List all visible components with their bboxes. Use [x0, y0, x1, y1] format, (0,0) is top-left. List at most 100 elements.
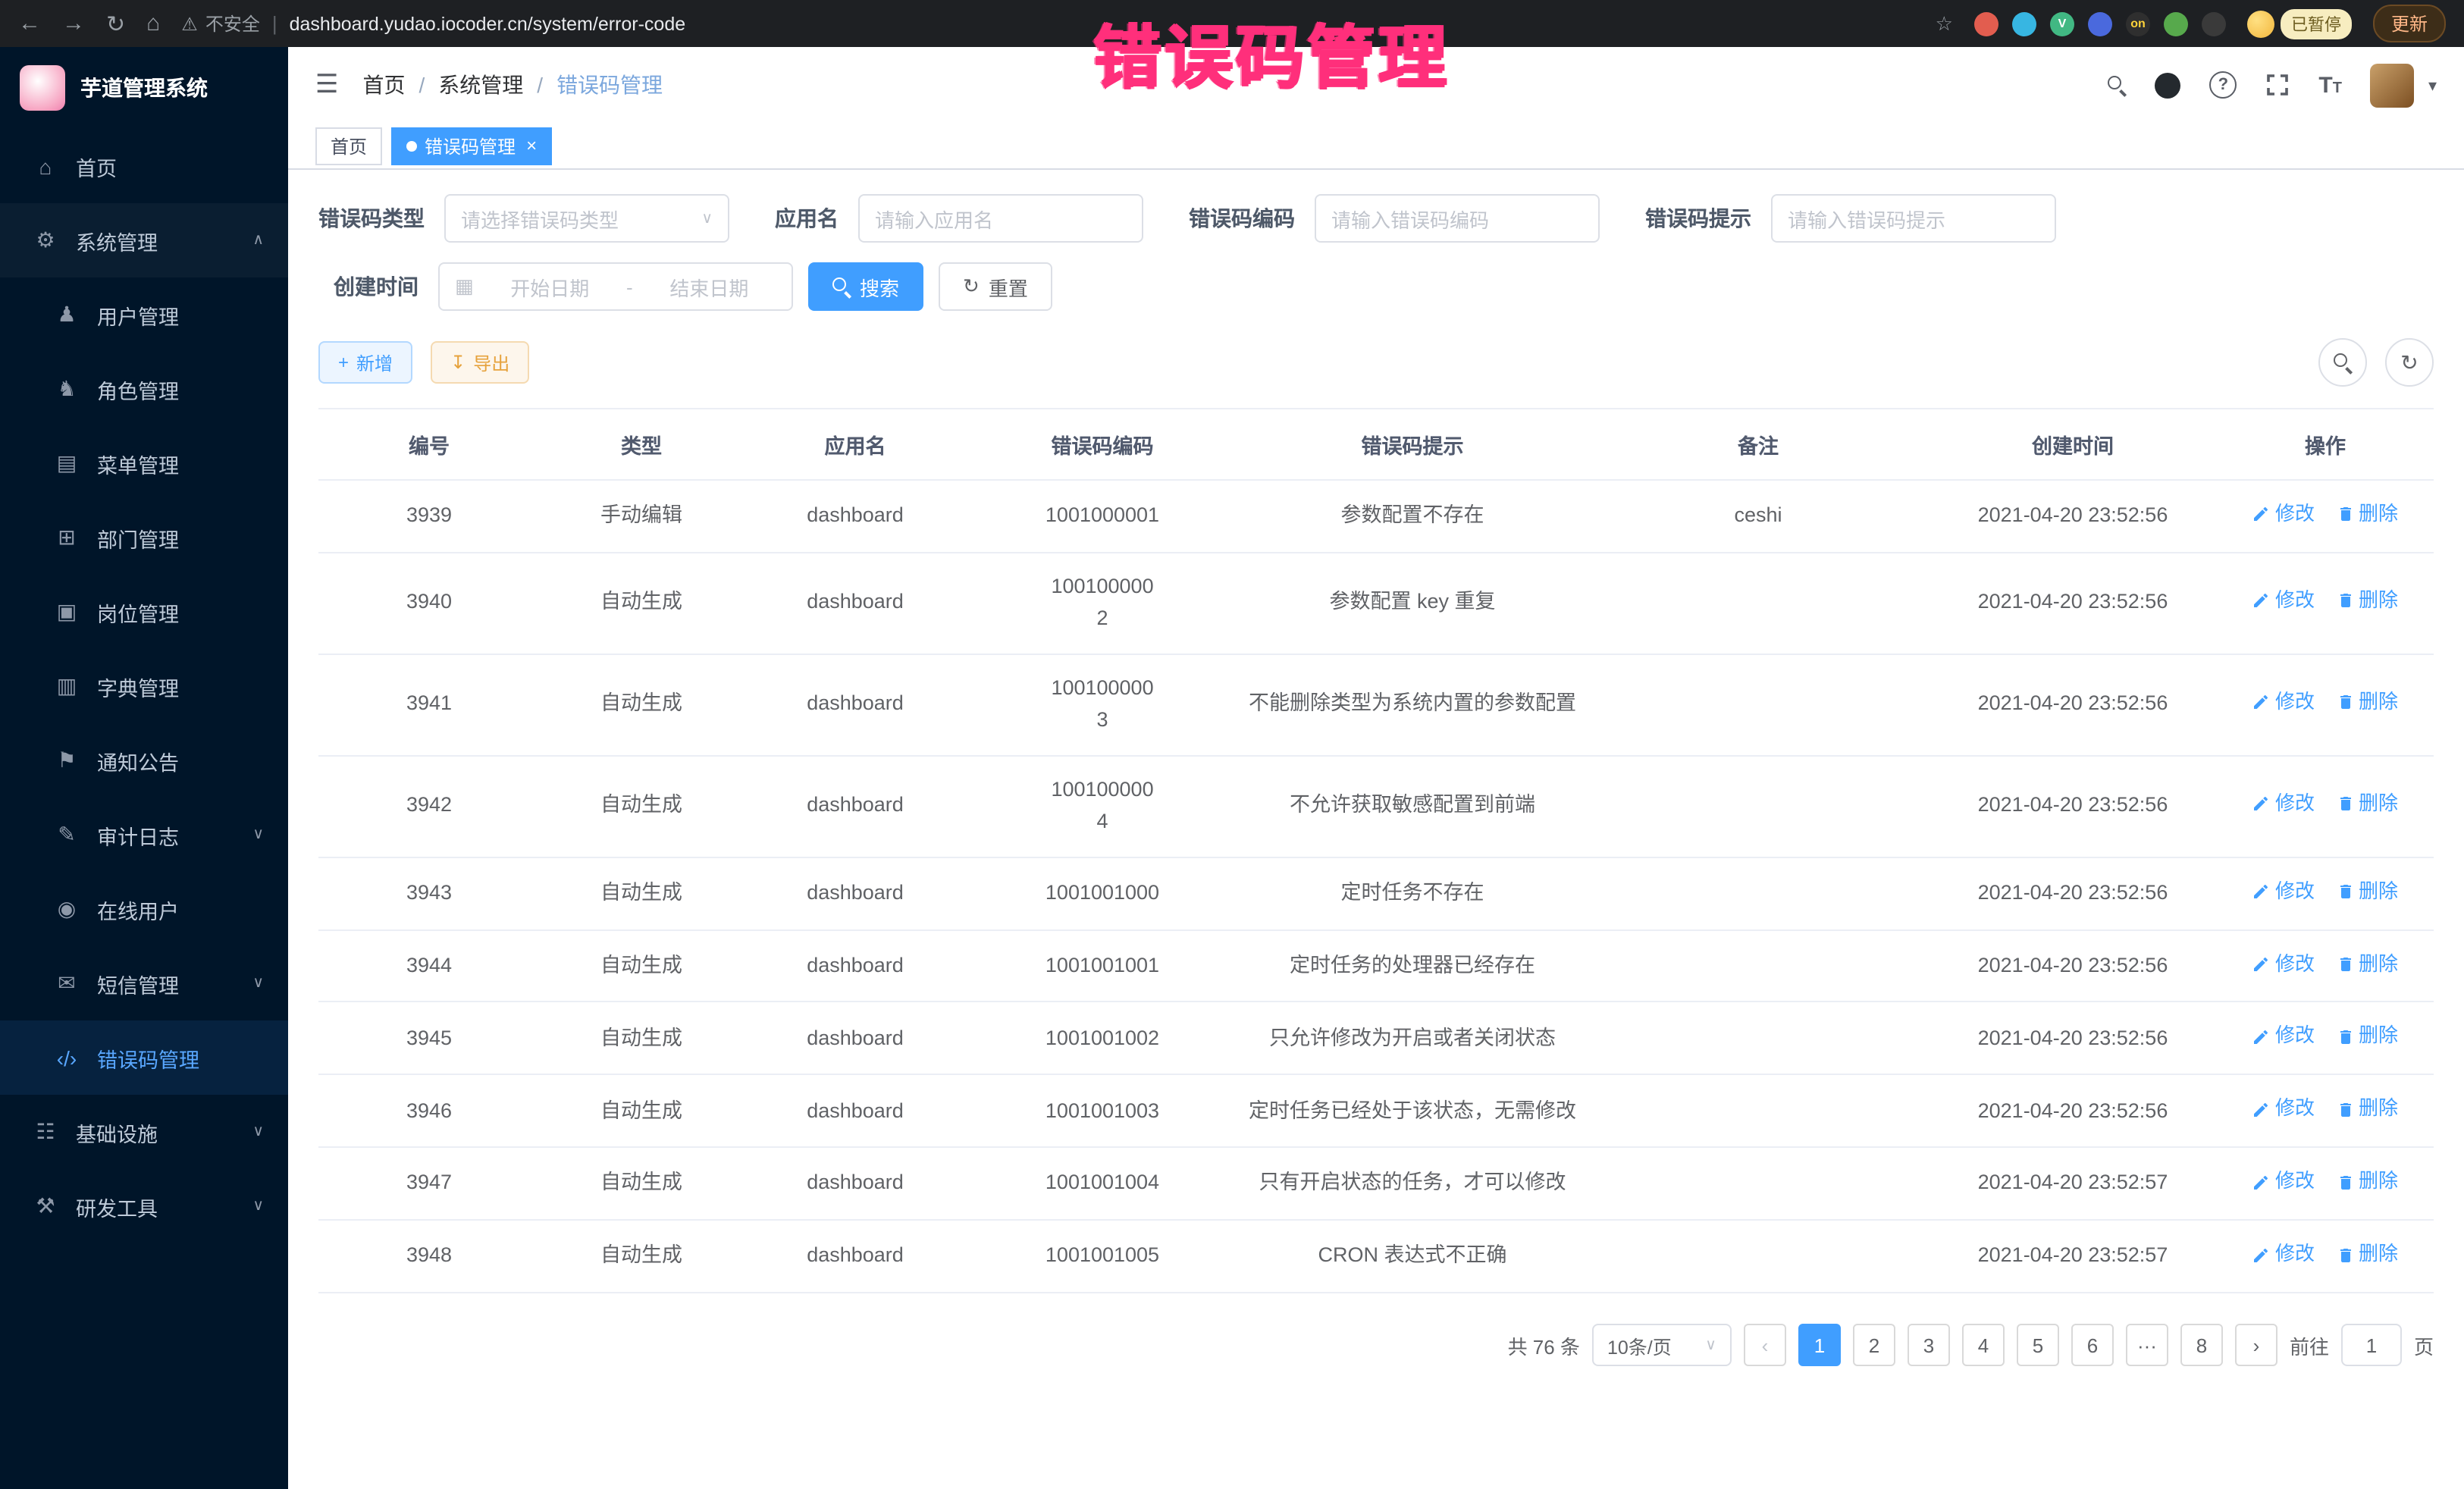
delete-link[interactable]: 删除 [2336, 586, 2398, 616]
sidebar-item-notice[interactable]: ⚑通知公告 [0, 723, 288, 798]
edit-link[interactable]: 修改 [2252, 688, 2315, 718]
edit-link[interactable]: 修改 [2252, 499, 2315, 529]
page-ellipsis[interactable]: ··· [2126, 1324, 2168, 1367]
delete-link[interactable]: 删除 [2336, 1094, 2398, 1124]
sidebar-item-home[interactable]: ⌂首页 [0, 129, 288, 203]
sidebar-item-sms[interactable]: ✉短信管理∨ [0, 946, 288, 1020]
refresh-table-button[interactable]: ↻ [2385, 338, 2434, 387]
sidebar-item-audit[interactable]: ✎审计日志∨ [0, 798, 288, 872]
sidebar-item-user[interactable]: ♟用户管理 [0, 277, 288, 352]
back-icon[interactable]: ← [18, 11, 41, 36]
sidebar-item-infra[interactable]: ☷基础设施∨ [0, 1095, 288, 1169]
browser-profile-chip[interactable]: 已暂停 [2247, 8, 2352, 39]
reset-button[interactable]: ↻ 重置 [939, 262, 1052, 311]
search-icon [2334, 353, 2352, 371]
show-search-toggle-button[interactable] [2318, 338, 2367, 387]
sidebar-item-system[interactable]: ⚙系统管理∧ [0, 203, 288, 277]
edit-link[interactable]: 修改 [2252, 876, 2315, 906]
error-code-input[interactable]: 请输入错误码编码 [1315, 194, 1600, 243]
app-logo[interactable]: 芋道管理系统 [0, 47, 288, 129]
extension-red-icon[interactable] [1974, 11, 1998, 36]
date-range-picker[interactable]: ▦ 开始日期 - 结束日期 [438, 262, 793, 311]
extension-drop-icon[interactable] [2012, 11, 2036, 36]
next-page-button[interactable]: › [2235, 1324, 2277, 1367]
add-button[interactable]: + 新增 [318, 341, 412, 384]
edit-link[interactable]: 修改 [2252, 586, 2315, 616]
edit-link[interactable]: 修改 [2252, 1094, 2315, 1124]
forward-icon[interactable]: → [62, 11, 85, 36]
breadcrumb-system[interactable]: 系统管理 [438, 70, 523, 100]
page-button-5[interactable]: 5 [2017, 1324, 2059, 1367]
top-header: ☰ 首页 / 系统管理 / 错误码管理 ? TT ▾ [288, 47, 2464, 123]
sidebar-item-role[interactable]: ♞角色管理 [0, 352, 288, 426]
caret-down-icon[interactable]: ▾ [2428, 75, 2437, 95]
page-size-select[interactable]: 10条/页 ∨ [1592, 1324, 1732, 1367]
delete-link[interactable]: 删除 [2336, 499, 2398, 529]
extension-puzzle-icon[interactable] [2202, 11, 2226, 36]
app-name-input[interactable]: 请输入应用名 [858, 194, 1143, 243]
sidebar-item-errcode[interactable]: ‹/›错误码管理 [0, 1020, 288, 1095]
sidebar-item-devtools[interactable]: ⚒研发工具∨ [0, 1169, 288, 1243]
goto-page-input[interactable] [2341, 1324, 2402, 1367]
page-button-2[interactable]: 2 [1853, 1324, 1895, 1367]
error-type-select[interactable]: 请选择错误码类型 ∨ [444, 194, 729, 243]
sidebar-item-label: 审计日志 [97, 820, 179, 850]
help-icon[interactable]: ? [2209, 71, 2237, 99]
refresh-icon[interactable]: ↻ [106, 10, 125, 37]
sidebar-item-menu[interactable]: ▤菜单管理 [0, 426, 288, 500]
cell-remark [1588, 1239, 1929, 1275]
delete-link[interactable]: 删除 [2336, 876, 2398, 906]
address-bar[interactable]: ⚠ 不安全 | dashboard.yudao.iocoder.cn/syste… [181, 11, 1953, 36]
export-button[interactable]: ↧ 导出 [431, 341, 529, 384]
bookmark-star-icon[interactable]: ☆ [1936, 11, 1953, 36]
delete-link[interactable]: 删除 [2336, 688, 2398, 718]
cell-code: 1001000001 [967, 482, 1237, 550]
sidebar-item-post[interactable]: ▣岗位管理 [0, 575, 288, 649]
edit-link[interactable]: 修改 [2252, 788, 2315, 819]
close-icon[interactable]: × [526, 135, 537, 156]
sidebar-item-dept[interactable]: ⊞部门管理 [0, 500, 288, 575]
page-button-4[interactable]: 4 [1962, 1324, 2005, 1367]
prev-page-button[interactable]: ‹ [1744, 1324, 1786, 1367]
edit-link[interactable]: 修改 [2252, 1240, 2315, 1270]
extension-vue-devtools-icon[interactable]: V [2050, 11, 2074, 36]
edit-link[interactable]: 修改 [2252, 1021, 2315, 1052]
delete-link[interactable]: 删除 [2336, 1240, 2398, 1270]
user-avatar[interactable] [2371, 63, 2415, 107]
sidebar-item-label: 基础设施 [76, 1117, 158, 1147]
extension-tampermonkey-icon[interactable]: on [2126, 11, 2150, 36]
plus-icon: + [338, 352, 349, 373]
extensions-row: Von [1974, 11, 2226, 36]
home-icon[interactable]: ⌂ [146, 11, 160, 36]
edit-link[interactable]: 修改 [2252, 948, 2315, 979]
search-icon[interactable] [2108, 76, 2126, 94]
table-row: 3946自动生成dashboard1001001003定时任务已经处于该状态，无… [318, 1076, 2434, 1149]
fullscreen-icon[interactable] [2265, 73, 2290, 97]
delete-link[interactable]: 删除 [2336, 1167, 2398, 1197]
table-header: 编号类型应用名错误码编码错误码提示备注创建时间操作 [318, 409, 2434, 481]
sidebar-item-dict[interactable]: ▥字典管理 [0, 649, 288, 723]
search-button[interactable]: 搜索 [808, 262, 923, 311]
page-button-6[interactable]: 6 [2071, 1324, 2114, 1367]
breadcrumb-home[interactable]: 首页 [363, 70, 406, 100]
page-button-1[interactable]: 1 [1798, 1324, 1841, 1367]
hamburger-icon[interactable]: ☰ [315, 70, 339, 100]
font-size-icon[interactable]: TT [2318, 72, 2342, 98]
delete-link[interactable]: 删除 [2336, 948, 2398, 979]
page-button-8[interactable]: 8 [2180, 1324, 2223, 1367]
extension-leaf-icon[interactable] [2164, 11, 2188, 36]
error-msg-input[interactable]: 请输入错误码提示 [1771, 194, 2056, 243]
delete-link[interactable]: 删除 [2336, 1021, 2398, 1052]
github-icon[interactable] [2155, 72, 2180, 98]
tools-icon: ⚒ [30, 1193, 61, 1219]
sidebar-item-label: 通知公告 [97, 745, 179, 776]
page-button-3[interactable]: 3 [1908, 1324, 1950, 1367]
tab-首页[interactable]: 首页 [315, 127, 382, 165]
edit-link[interactable]: 修改 [2252, 1167, 2315, 1197]
total-count: 共 76 条 [1508, 1331, 1580, 1360]
sidebar-item-online[interactable]: ◉在线用户 [0, 872, 288, 946]
browser-update-button[interactable]: 更新 [2373, 5, 2446, 42]
tab-错误码管理[interactable]: 错误码管理× [391, 127, 552, 165]
delete-link[interactable]: 删除 [2336, 788, 2398, 819]
extension-grid-icon[interactable] [2088, 11, 2112, 36]
